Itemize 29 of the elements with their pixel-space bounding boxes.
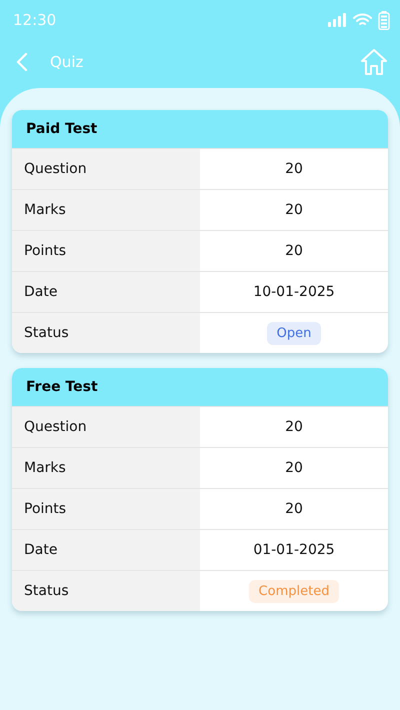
row-value: 20 (285, 161, 303, 177)
row-value: 20 (285, 419, 303, 435)
wifi-icon (353, 13, 372, 27)
row-label: Question (12, 149, 200, 189)
status-time: 12:30 (13, 11, 56, 29)
battery-icon (378, 10, 390, 30)
row-label: Date (12, 530, 200, 570)
row-value: 20 (285, 202, 303, 218)
row-label: Points (12, 231, 200, 271)
status-badge: Open (266, 322, 322, 344)
page-title: Quiz (50, 53, 84, 71)
card-title: Free Test (12, 368, 388, 406)
row-label: Question (12, 407, 200, 447)
row-label: Marks (12, 190, 200, 230)
status-badge: Completed (248, 580, 340, 602)
signal-icon (328, 13, 347, 27)
row-value: 20 (285, 501, 303, 517)
row-value: 01-01-2025 (253, 542, 335, 558)
row-label: Date (12, 272, 200, 312)
row-value: 20 (285, 460, 303, 476)
card-title: Paid Test (12, 110, 388, 148)
row-value: 10-01-2025 (253, 284, 335, 300)
home-icon[interactable] (360, 48, 388, 76)
row-value: 20 (285, 243, 303, 259)
row-label: Points (12, 489, 200, 529)
row-label: Status (12, 313, 200, 353)
row-label: Status (12, 571, 200, 611)
back-icon[interactable] (16, 53, 28, 71)
row-label: Marks (12, 448, 200, 488)
